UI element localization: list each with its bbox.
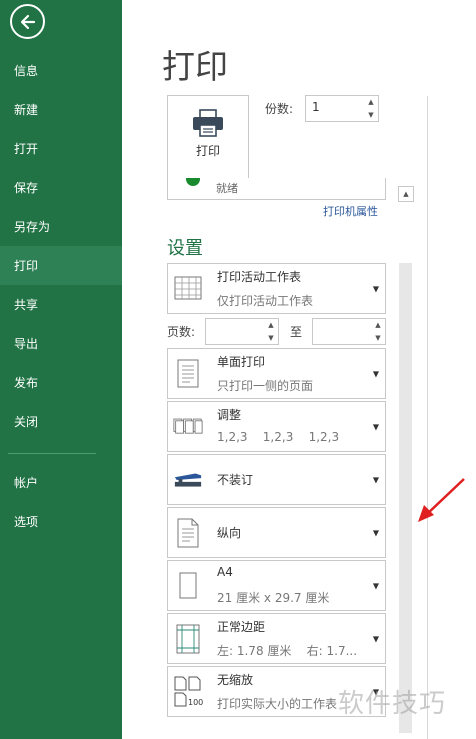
sidebar-item-account[interactable]: 帐户 [0, 463, 122, 502]
sidebar-item-publish[interactable]: 发布 [0, 363, 122, 402]
spinner-up-icon[interactable]: ▲ [368, 97, 373, 107]
print-what-dropdown[interactable]: 打印活动工作表 仅打印活动工作表 ▼ [167, 263, 386, 314]
print-button-label: 打印 [195, 144, 220, 158]
sidebar-item-share[interactable]: 共享 [0, 285, 122, 324]
print-what-subtitle: 仅打印活动工作表 [217, 294, 314, 308]
pages-label: 页数: [167, 325, 196, 339]
sidebar-item-print[interactable]: 打印 [0, 246, 122, 285]
chevron-down-icon: ▼ [372, 528, 379, 537]
sidebar-item-label: 打开 [14, 142, 39, 156]
paper-size-subtitle: 21 厘米 x 29.7 厘米 [217, 591, 330, 605]
sidebar-item-export[interactable]: 导出 [0, 324, 122, 363]
binding-dropdown[interactable]: 不装订 ▼ [167, 454, 386, 505]
sides-subtitle: 只打印一侧的页面 [217, 379, 314, 393]
scroll-up-icon[interactable]: ▲ [398, 186, 414, 202]
sidebar-item-label: 打印 [14, 259, 39, 273]
chevron-down-icon: ▼ [372, 634, 379, 643]
orientation-title: 纵向 [217, 526, 242, 540]
sidebar-item-label: 导出 [14, 337, 39, 351]
spinner-down-icon[interactable]: ▼ [375, 333, 380, 343]
settings-title: 设置 [167, 238, 203, 259]
no-scaling-icon: 100 [173, 676, 203, 707]
paper-size-title: A4 [217, 565, 233, 579]
worksheet-grid-icon [173, 274, 203, 304]
pages-to-spinner[interactable]: ▲ ▼ [312, 318, 386, 345]
chevron-down-icon: ▼ [372, 369, 379, 378]
svg-text:100: 100 [188, 698, 203, 707]
watermark: 软件技巧 [338, 689, 447, 719]
printer-status-icon [186, 178, 200, 186]
printer-icon [193, 109, 223, 137]
sidebar-item-label: 信息 [14, 64, 39, 78]
chevron-down-icon: ▼ [372, 422, 379, 431]
back-button[interactable] [10, 4, 45, 39]
spinner-up-icon[interactable]: ▲ [375, 320, 380, 330]
settings-scrollbar[interactable]: ▲ [398, 186, 414, 733]
sidebar-item-save[interactable]: 保存 [0, 168, 122, 207]
paper-size-icon [173, 571, 203, 601]
copies-spinner[interactable]: 1 ▲ ▼ [305, 95, 379, 122]
spinner-up-icon[interactable]: ▲ [268, 320, 273, 330]
single-sided-page-icon [173, 359, 203, 389]
printer-select[interactable]: 就绪 [167, 178, 386, 200]
scaling-title: 无缩放 [217, 673, 254, 687]
sidebar-item-info[interactable]: 信息 [0, 51, 122, 90]
margins-icon [173, 624, 203, 654]
margins-subtitle: 左: 1.78 厘米 右: 1.7... [217, 644, 358, 658]
pages-from-spinner[interactable]: ▲ ▼ [205, 318, 279, 345]
print-button[interactable]: 打印 [167, 95, 249, 179]
scaling-subtitle: 打印实际大小的工作表 [217, 697, 337, 711]
sidebar-item-label: 帐户 [14, 476, 39, 490]
sidebar-item-label: 关闭 [14, 415, 39, 429]
sidebar-item-label: 发布 [14, 376, 39, 390]
sides-title: 单面打印 [217, 355, 266, 369]
annotation-arrow-icon [418, 478, 465, 522]
sidebar-item-label: 选项 [14, 515, 39, 529]
portrait-page-icon [173, 518, 203, 548]
sidebar-item-options[interactable]: 选项 [0, 502, 122, 541]
sidebar-item-save-as[interactable]: 另存为 [0, 207, 122, 246]
margins-dropdown[interactable]: 正常边距 左: 1.78 厘米 右: 1.7... ▼ [167, 613, 386, 664]
sidebar-item-close[interactable]: 关闭 [0, 402, 122, 441]
spinner-down-icon[interactable]: ▼ [368, 110, 373, 120]
sidebar-item-open[interactable]: 打开 [0, 129, 122, 168]
chevron-down-icon: ▼ [372, 284, 379, 293]
printer-status: 就绪 [216, 182, 238, 195]
spinner-down-icon[interactable]: ▼ [268, 333, 273, 343]
scrollbar-thumb[interactable] [399, 263, 412, 733]
binding-title: 不装订 [217, 473, 254, 487]
margins-title: 正常边距 [217, 620, 266, 634]
sidebar-item-label: 另存为 [14, 220, 51, 234]
collate-dropdown[interactable]: 调整 1,2,3 1,2,3 1,2,3 ▼ [167, 401, 386, 452]
paper-size-dropdown[interactable]: A4 21 厘米 x 29.7 厘米 ▼ [167, 560, 386, 611]
copies-label: 份数: [265, 102, 294, 116]
backstage-sidebar: 信息 新建 打开 保存 另存为 打印 共享 导出 发布 关闭 帐户 选项 [0, 0, 122, 739]
sidebar-item-label: 保存 [14, 181, 39, 195]
printer-properties-link[interactable]: 打印机属性 [323, 203, 378, 219]
orientation-dropdown[interactable]: 纵向 ▼ [167, 507, 386, 558]
sidebar-item-label: 新建 [14, 103, 39, 117]
preview-divider [427, 96, 428, 739]
chevron-down-icon: ▼ [372, 581, 379, 590]
sidebar-item-label: 共享 [14, 298, 39, 312]
sidebar-item-new[interactable]: 新建 [0, 90, 122, 129]
collate-title: 调整 [217, 408, 242, 422]
collate-subtitle: 1,2,3 1,2,3 1,2,3 [217, 430, 340, 444]
page-title: 打印 [162, 47, 228, 86]
sidebar-divider [8, 453, 96, 454]
stapler-icon [173, 465, 203, 495]
sides-dropdown[interactable]: 单面打印 只打印一侧的页面 ▼ [167, 348, 386, 399]
pages-to-label: 至 [290, 325, 303, 339]
chevron-down-icon: ▼ [372, 475, 379, 484]
copies-value: 1 [312, 100, 320, 114]
back-arrow-icon [20, 14, 35, 29]
print-what-title: 打印活动工作表 [217, 270, 302, 284]
collated-pages-icon [173, 412, 203, 442]
